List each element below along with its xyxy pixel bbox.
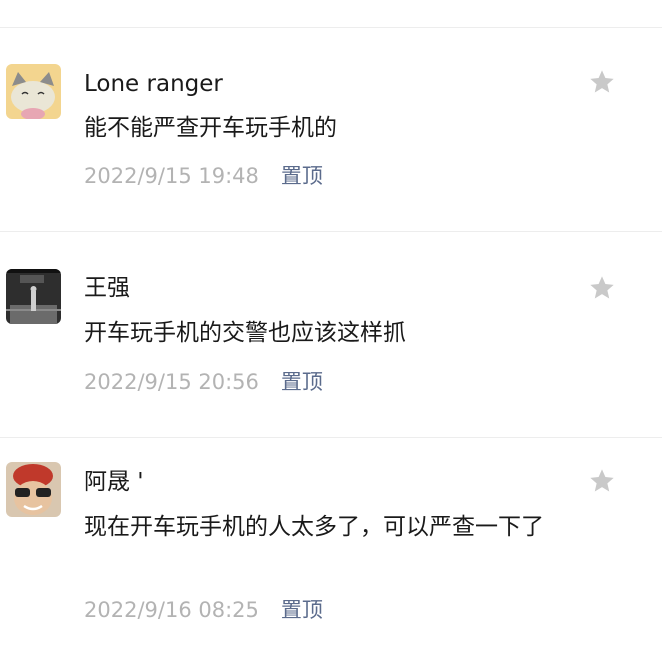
divider bbox=[0, 231, 662, 232]
star-icon[interactable] bbox=[588, 467, 616, 495]
star-icon[interactable] bbox=[588, 274, 616, 302]
divider bbox=[0, 27, 662, 28]
timestamp: 2022/9/15 20:56 bbox=[84, 370, 259, 394]
avatar[interactable] bbox=[6, 269, 61, 324]
divider bbox=[0, 437, 662, 438]
username: Lone ranger bbox=[84, 71, 223, 97]
username: 王强 bbox=[84, 275, 130, 301]
comment-text: 现在开车玩手机的人太多了，可以严查一下了 bbox=[84, 514, 544, 540]
pin-button[interactable]: 置顶 bbox=[281, 164, 323, 188]
timestamp: 2022/9/15 19:48 bbox=[84, 164, 259, 188]
pin-button[interactable]: 置顶 bbox=[281, 370, 323, 394]
avatar[interactable] bbox=[6, 462, 61, 517]
pin-button[interactable]: 置顶 bbox=[281, 598, 323, 622]
star-icon[interactable] bbox=[588, 68, 616, 96]
timestamp: 2022/9/16 08:25 bbox=[84, 598, 259, 622]
comment-text: 能不能严查开车玩手机的 bbox=[84, 115, 337, 141]
comment-meta: 2022/9/16 08:25 置顶 bbox=[84, 597, 323, 623]
username: 阿晟 ' bbox=[84, 469, 144, 495]
comment-text: 开车玩手机的交警也应该这样抓 bbox=[84, 320, 406, 346]
comment-meta: 2022/9/15 20:56 置顶 bbox=[84, 369, 323, 395]
avatar[interactable] bbox=[6, 64, 61, 119]
comment-meta: 2022/9/15 19:48 置顶 bbox=[84, 163, 323, 189]
